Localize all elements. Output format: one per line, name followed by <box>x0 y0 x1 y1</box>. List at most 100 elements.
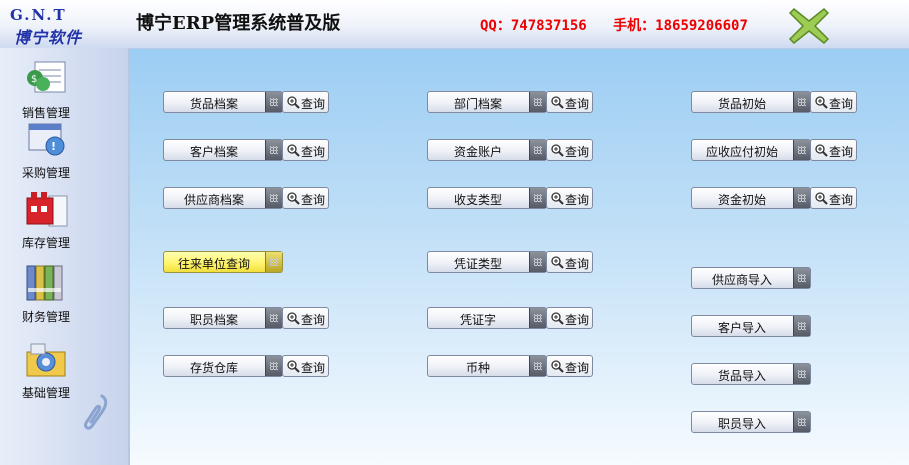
sidebar-item-purchase[interactable]: ! 采购管理 <box>10 118 82 181</box>
logo-text-top: G.N.T <box>10 6 67 24</box>
grip-icon <box>265 356 282 376</box>
grip-icon <box>529 92 546 112</box>
grip-icon <box>265 92 282 112</box>
supplier-archive-query-button[interactable]: 查询 <box>282 187 329 209</box>
currency-button[interactable]: 币种 <box>427 355 547 377</box>
button-label: 凭证类型 <box>453 257 502 271</box>
department-archive-query-button[interactable]: 查询 <box>546 91 593 113</box>
goods-initial-query-button[interactable]: 查询 <box>810 91 857 113</box>
income-expense-type-button[interactable]: 收支类型 <box>427 187 547 209</box>
sidebar-item-finance[interactable]: 财务管理 <box>10 262 82 325</box>
app-title: 博宁ERP管理系统普及版 <box>136 13 341 34</box>
sidebar-item-label: 财务管理 <box>21 310 70 324</box>
voucher-type-button[interactable]: 凭证类型 <box>427 251 547 273</box>
button-label: 部门档案 <box>453 97 502 111</box>
paperclip-icon <box>84 394 108 430</box>
customer-import-button[interactable]: 客户导入 <box>691 315 811 337</box>
fund-initial-button[interactable]: 资金初始 <box>691 187 811 209</box>
magnifier-icon <box>815 192 828 205</box>
goods-archive-button[interactable]: 货品档案 <box>163 91 283 113</box>
goods-archive-query-button[interactable]: 查询 <box>282 91 329 113</box>
department-archive-button[interactable]: 部门档案 <box>427 91 547 113</box>
query-label: 查询 <box>565 257 590 271</box>
button-label: 供应商档案 <box>183 193 244 207</box>
sidebar: $ 销售管理 ! 采购管理 库存管理 财务管理 基础管理 <box>0 48 128 465</box>
receivable-payable-initial-button[interactable]: 应收应付初始 <box>691 139 811 161</box>
customer-archive-button[interactable]: 客户档案 <box>163 139 283 161</box>
button-label: 币种 <box>465 361 490 375</box>
magnifier-icon <box>287 192 300 205</box>
sidebar-item-sales[interactable]: $ 销售管理 <box>10 58 82 121</box>
fund-account-button[interactable]: 资金账户 <box>427 139 547 161</box>
sidebar-item-label: 采购管理 <box>21 166 70 180</box>
button-label: 供应商导入 <box>711 273 772 287</box>
button-label: 货品初始 <box>717 97 766 111</box>
fund-account-query-button[interactable]: 查询 <box>546 139 593 161</box>
button-label: 客户档案 <box>189 145 238 159</box>
staff-import-button[interactable]: 职员导入 <box>691 411 811 433</box>
supplier-import-button[interactable]: 供应商导入 <box>691 267 811 289</box>
query-label: 查询 <box>301 145 326 159</box>
qq-number: QQ：747837156 <box>480 18 587 34</box>
goods-initial-button[interactable]: 货品初始 <box>691 91 811 113</box>
basic-icon <box>26 343 66 377</box>
voucher-word-query-button[interactable]: 查询 <box>546 307 593 329</box>
phone-number: 手机：18659206607 <box>613 18 748 34</box>
button-label: 收支类型 <box>453 193 502 207</box>
grip-icon <box>793 188 810 208</box>
button-label: 货品档案 <box>189 97 238 111</box>
query-label: 查询 <box>301 97 326 111</box>
grip-icon <box>529 308 546 328</box>
query-label: 查询 <box>829 145 854 159</box>
fund-initial-query-button[interactable]: 查询 <box>810 187 857 209</box>
sidebar-item-label: 基础管理 <box>21 386 70 400</box>
grip-icon <box>793 316 810 336</box>
income-expense-type-query-button[interactable]: 查询 <box>546 187 593 209</box>
button-label: 职员档案 <box>189 313 238 327</box>
button-label: 凭证字 <box>459 313 496 327</box>
button-label: 资金初始 <box>717 193 766 207</box>
grip-icon <box>529 252 546 272</box>
warehouse-button[interactable]: 存货仓库 <box>163 355 283 377</box>
app-header: G.N.T 博宁软件 博宁ERP管理系统普及版 QQ：747837156 手机：… <box>0 0 909 48</box>
button-label: 职员导入 <box>717 417 766 431</box>
magnifier-icon <box>287 96 300 109</box>
close-icon[interactable] <box>788 5 830 47</box>
query-label: 查询 <box>829 193 854 207</box>
inventory-icon <box>26 192 68 227</box>
button-label: 往来单位查询 <box>177 257 250 271</box>
query-label: 查询 <box>829 97 854 111</box>
query-label: 查询 <box>565 361 590 375</box>
supplier-archive-button[interactable]: 供应商档案 <box>163 187 283 209</box>
voucher-word-button[interactable]: 凭证字 <box>427 307 547 329</box>
magnifier-icon <box>551 256 564 269</box>
sidebar-item-inventory[interactable]: 库存管理 <box>10 188 82 251</box>
query-label: 查询 <box>565 97 590 111</box>
warehouse-query-button[interactable]: 查询 <box>282 355 329 377</box>
purchase-icon: ! <box>28 123 65 156</box>
voucher-type-query-button[interactable]: 查询 <box>546 251 593 273</box>
staff-archive-query-button[interactable]: 查询 <box>282 307 329 329</box>
partner-query-button[interactable]: 往来单位查询 <box>163 251 283 273</box>
goods-import-button[interactable]: 货品导入 <box>691 363 811 385</box>
sales-icon: $ <box>27 61 66 93</box>
contact-info: QQ：747837156 手机：18659206607 <box>480 15 766 35</box>
grip-icon <box>793 268 810 288</box>
sidebar-item-basic[interactable]: 基础管理 <box>10 338 82 401</box>
magnifier-icon <box>551 192 564 205</box>
button-label: 存货仓库 <box>189 361 238 375</box>
grip-icon <box>793 92 810 112</box>
query-label: 查询 <box>301 361 326 375</box>
button-label: 应收应付初始 <box>705 145 778 159</box>
main-panel: 货品档案 查询 客户档案 查询 供应商档案 查询 往来单位查询 职员档案 查询 … <box>128 48 909 465</box>
svg-text:!: ! <box>51 140 56 153</box>
receivable-payable-initial-query-button[interactable]: 查询 <box>810 139 857 161</box>
button-label: 货品导入 <box>717 369 766 383</box>
grip-icon <box>793 364 810 384</box>
grip-icon <box>529 140 546 160</box>
staff-archive-button[interactable]: 职员档案 <box>163 307 283 329</box>
magnifier-icon <box>287 360 300 373</box>
finance-icon <box>26 265 63 301</box>
customer-archive-query-button[interactable]: 查询 <box>282 139 329 161</box>
currency-query-button[interactable]: 查询 <box>546 355 593 377</box>
